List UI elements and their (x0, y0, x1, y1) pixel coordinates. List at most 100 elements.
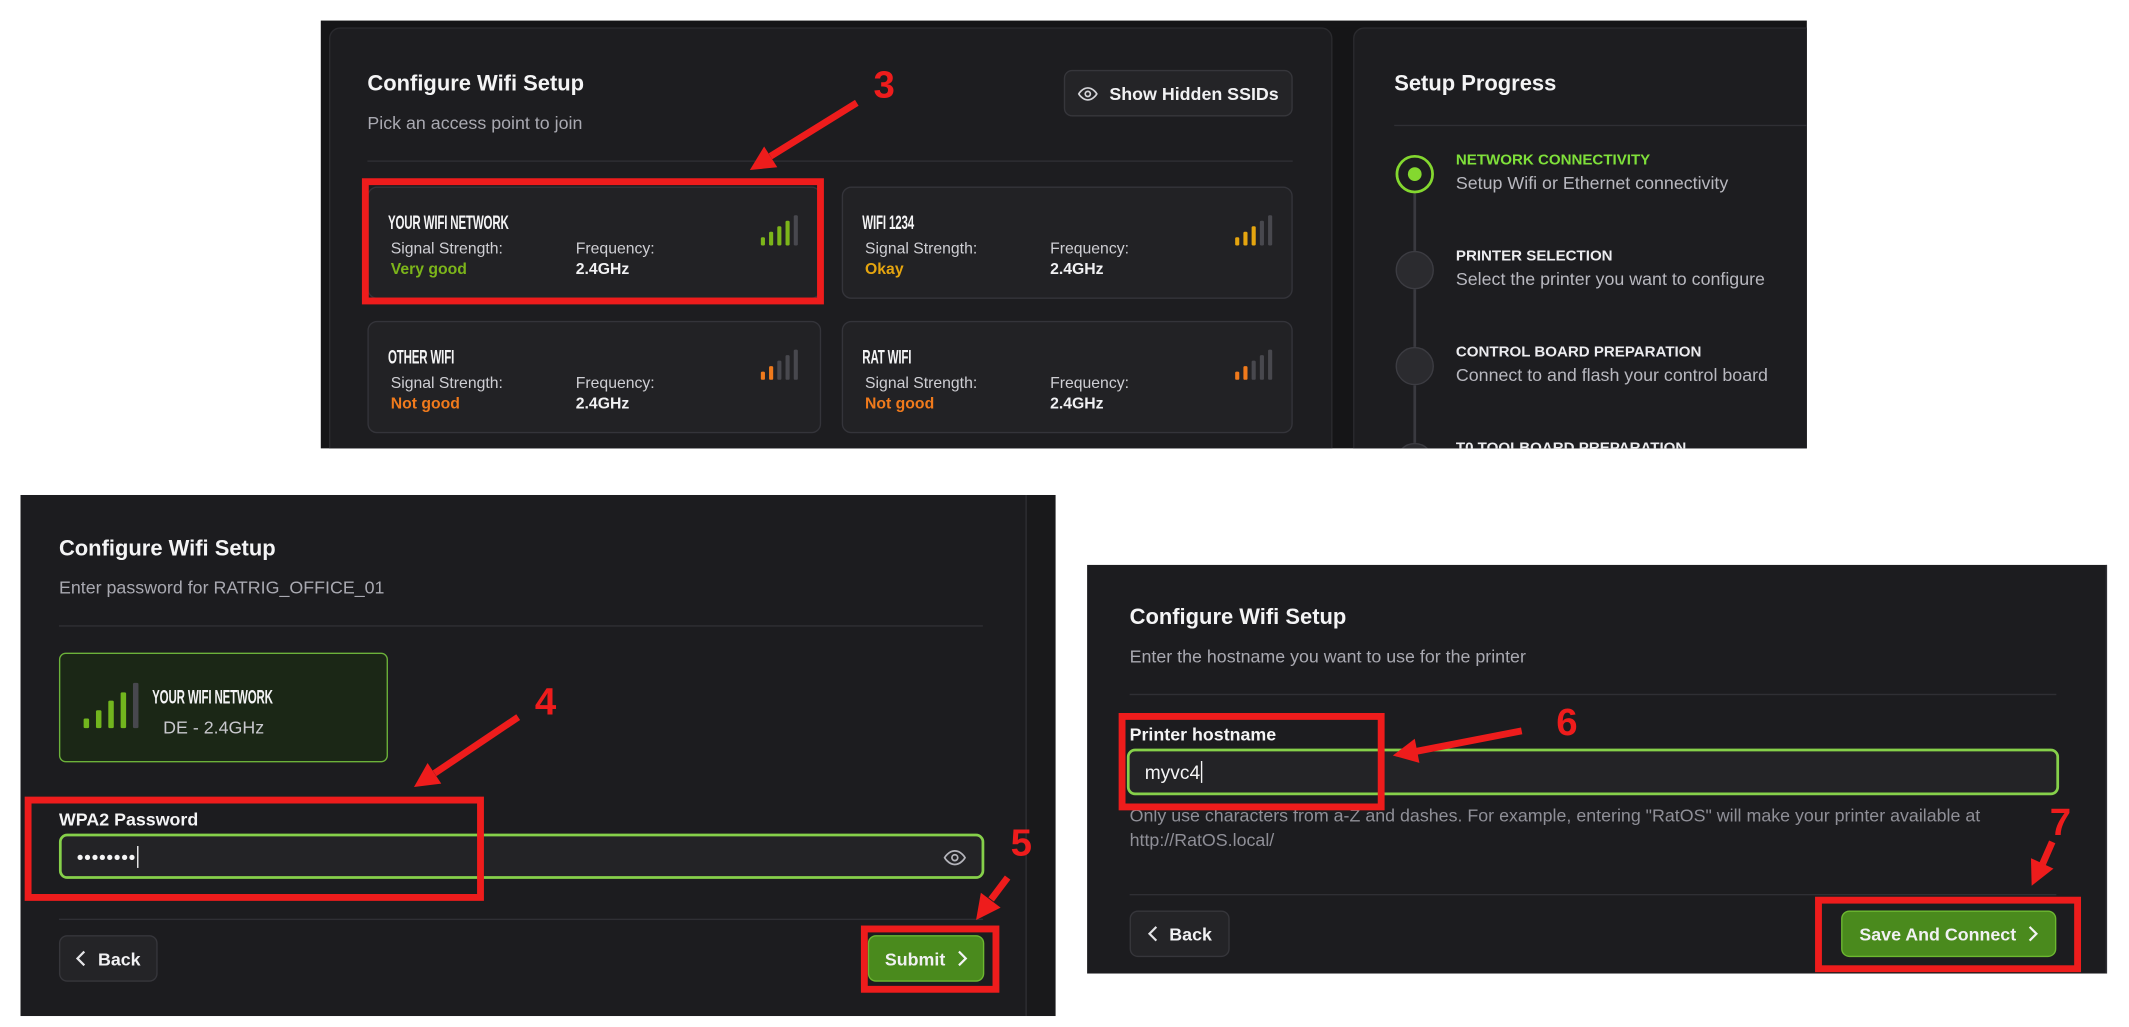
signal-bar (793, 215, 798, 246)
network-card-wifi-1234[interactable]: WIFI 1234 Signal Strength: Okay Frequenc… (841, 186, 1293, 299)
divider (58, 625, 983, 627)
annotation-number-6: 6 (1556, 700, 1578, 744)
signal-strength-label: Signal Strength: (390, 375, 503, 393)
network-name: WIFI 1234 (862, 211, 914, 234)
chevron-right-icon (2027, 926, 2038, 942)
progress-step-printer-selection: PRINTER SELECTION Select the printer you… (1395, 248, 1807, 306)
hostname-panel: Configure Wifi Setup Enter the hostname … (1087, 564, 2108, 974)
signal-bar (777, 226, 782, 246)
network-card-other-wifi[interactable]: OTHER WIFI Signal Strength: Not good Fre… (367, 320, 822, 434)
password-label: WPA2 Password (58, 808, 199, 830)
annotation-number-5: 5 (1010, 821, 1032, 864)
network-name: YOUR WIFI NETWORK (387, 211, 509, 234)
network-card-rat-wifi[interactable]: RAT WIFI Signal Strength: Not good Frequ… (841, 320, 1293, 434)
eye-icon[interactable] (943, 846, 967, 869)
network-card-your-wifi-network[interactable]: YOUR WIFI NETWORK Signal Strength: Very … (367, 186, 822, 299)
signal-bar (1259, 355, 1264, 380)
page-subtitle: Pick an access point to join (367, 112, 583, 134)
step-description: Connect to and flash your control board (1455, 364, 1768, 386)
signal-bar (1259, 220, 1264, 246)
network-name: OTHER WIFI (387, 345, 455, 368)
signal-bar (793, 349, 798, 380)
step-dot (1408, 263, 1422, 277)
setup-progress-card: Setup Progress NETWORK CONNECTIVITY Setu… (1353, 27, 1807, 449)
show-hidden-ssids-label: Show Hidden SSIDs (1109, 82, 1279, 104)
step-indicator-icon (1395, 154, 1434, 194)
setup-progress-title: Setup Progress (1394, 72, 1557, 96)
signal-bar (95, 710, 102, 729)
signal-bar (83, 718, 90, 729)
step-active-dot (1407, 167, 1422, 181)
signal-bar (785, 355, 790, 380)
frequency-label: Frequency: (575, 241, 655, 258)
frequency-label: Frequency: (1050, 241, 1129, 258)
back-label: Back (1169, 923, 1212, 945)
back-button[interactable]: Back (58, 935, 158, 982)
back-label: Back (97, 948, 141, 969)
chevron-left-icon (1147, 926, 1158, 942)
hostname-input[interactable]: myvc4 (1126, 748, 2060, 796)
step-indicator-icon (1395, 442, 1434, 449)
step-description: Setup Wifi or Ethernet connectivity (1455, 172, 1729, 194)
text-caret (137, 845, 139, 868)
selected-network-card: YOUR WIFI NETWORK DE - 2.4GHz (58, 652, 388, 763)
wifi-signal-icon (1235, 215, 1273, 246)
password-panel: Configure Wifi Setup Enter password for … (20, 494, 1056, 1017)
wifi-signal-icon (760, 215, 798, 246)
step-description: Select the printer you want to configure (1455, 268, 1765, 290)
screenshot-collage: Configure Wifi Setup Pick an access poin… (0, 0, 2129, 1027)
progress-step-control-board: CONTROL BOARD PREPARATION Connect to and… (1395, 344, 1807, 402)
signal-bar (1243, 231, 1248, 246)
submit-label: Submit (884, 948, 946, 969)
divider (1129, 693, 2057, 696)
eye-icon (1078, 83, 1099, 104)
signal-strength-label: Signal Strength: (865, 375, 978, 393)
network-name: RAT WIFI (862, 345, 912, 368)
signal-strength-label: Signal Strength: (865, 241, 978, 258)
signal-strength-value: Not good (865, 396, 935, 413)
frequency-value: 2.4GHz (1050, 396, 1104, 413)
signal-bar (785, 220, 790, 246)
wifi-signal-icon (760, 349, 798, 380)
signal-bar (1251, 360, 1256, 380)
wifi-signal-icon (83, 682, 139, 729)
signal-bar (760, 237, 765, 246)
step-title: CONTROL BOARD PREPARATION (1455, 344, 1702, 361)
step-title: T0 TOOLBOARD PREPARATION (1456, 440, 1686, 448)
signal-bar (120, 692, 127, 729)
signal-bar (1268, 349, 1273, 380)
divider (367, 160, 1293, 162)
progress-step-network-connectivity: NETWORK CONNECTIVITY Setup Wifi or Ether… (1395, 152, 1807, 210)
page-title: Configure Wifi Setup (367, 72, 585, 96)
annotation-number-4: 4 (534, 680, 557, 723)
page-title: Configure Wifi Setup (1129, 606, 1347, 630)
step-title: PRINTER SELECTION (1455, 248, 1613, 265)
password-input[interactable]: •••••••• (58, 833, 985, 879)
hostname-value: myvc4 (1144, 760, 1201, 783)
submit-button[interactable]: Submit (867, 935, 985, 982)
back-button[interactable]: Back (1129, 910, 1230, 958)
signal-bar (760, 371, 765, 380)
step-indicator-icon (1395, 250, 1434, 290)
signal-bar (777, 360, 782, 380)
text-caret (1201, 760, 1203, 783)
signal-strength-value: Not good (390, 396, 460, 413)
save-and-connect-button[interactable]: Save And Connect (1841, 910, 2057, 958)
signal-bar (1251, 226, 1256, 246)
frequency-value: 2.4GHz (575, 396, 630, 413)
signal-strength-value: Very good (390, 261, 467, 279)
save-and-connect-label: Save And Connect (1859, 923, 2017, 945)
frequency-value: 2.4GHz (1050, 261, 1104, 279)
show-hidden-ssids-button[interactable]: Show Hidden SSIDs (1063, 69, 1293, 117)
hostname-label: Printer hostname (1129, 723, 1277, 745)
frequency-value: 2.4GHz (575, 261, 630, 279)
network-name: YOUR WIFI NETWORK (152, 685, 273, 708)
frequency-label: Frequency: (1050, 375, 1129, 393)
wifi-signal-icon (1235, 349, 1273, 380)
step-title: NETWORK CONNECTIVITY (1455, 152, 1651, 169)
signal-bar (769, 231, 774, 246)
password-value: •••••••• (76, 845, 137, 868)
chevron-right-icon (956, 950, 967, 967)
chevron-left-icon (76, 950, 87, 967)
step-dot (1408, 359, 1422, 373)
